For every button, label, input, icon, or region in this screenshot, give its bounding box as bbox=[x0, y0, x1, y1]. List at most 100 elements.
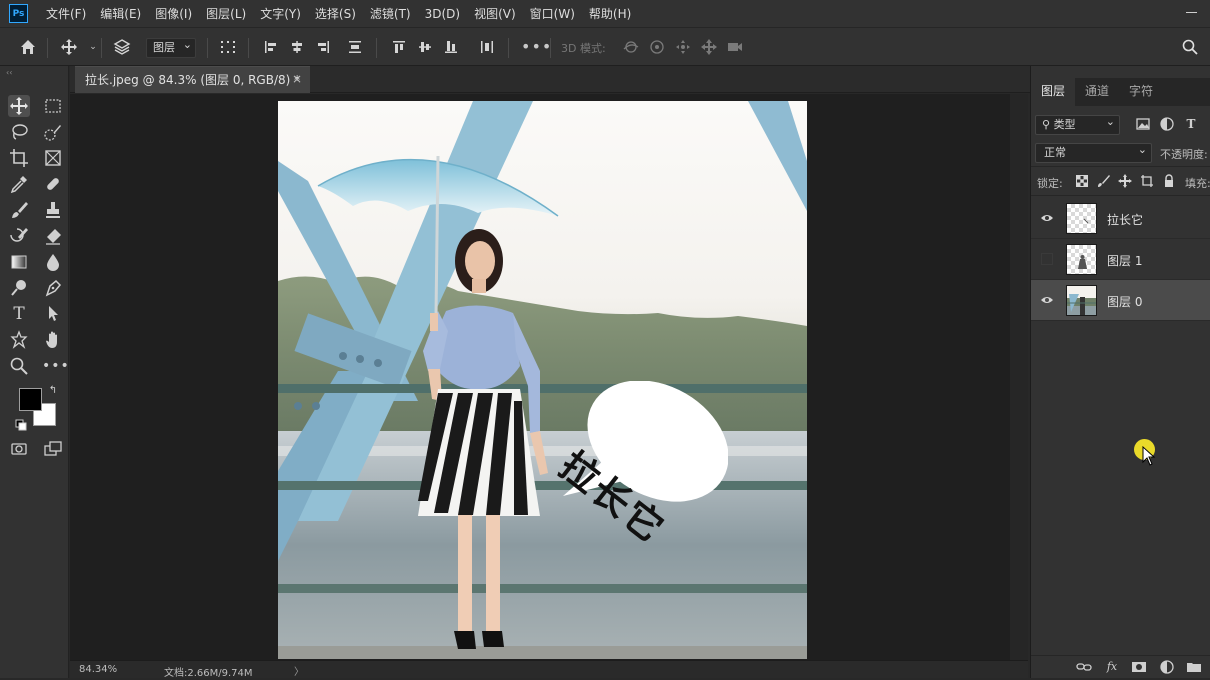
lock-artboard-icon[interactable] bbox=[1140, 174, 1154, 188]
gradient-tool-icon[interactable] bbox=[8, 251, 30, 273]
blur-tool-icon[interactable] bbox=[42, 251, 64, 273]
menu-select[interactable]: 选择(S) bbox=[315, 5, 356, 22]
crop-tool-icon[interactable] bbox=[8, 147, 30, 169]
layers-stack-icon[interactable] bbox=[113, 38, 131, 56]
3d-roll-icon[interactable] bbox=[648, 38, 666, 56]
search-icon[interactable] bbox=[1181, 38, 1199, 56]
fill-label: 填充: bbox=[1185, 177, 1210, 190]
clone-stamp-tool-icon[interactable] bbox=[42, 199, 64, 221]
foreground-color-swatch[interactable] bbox=[19, 388, 42, 411]
layer-row[interactable]: 拉长它 bbox=[1031, 198, 1210, 239]
lock-transparent-pixels-icon[interactable] bbox=[1075, 174, 1089, 188]
align-left-icon[interactable] bbox=[262, 38, 280, 56]
custom-shape-tool-icon[interactable] bbox=[8, 329, 30, 351]
quick-mask-icon[interactable] bbox=[8, 438, 30, 460]
move-tool-icon[interactable] bbox=[8, 95, 30, 117]
type-tool-icon[interactable]: T bbox=[8, 303, 30, 325]
new-group-folder-icon[interactable] bbox=[1186, 659, 1202, 675]
chevron-down-icon[interactable]: ⌄ bbox=[84, 38, 102, 56]
link-layers-icon[interactable] bbox=[1076, 659, 1092, 675]
status-menu-arrow[interactable]: 〉 bbox=[294, 663, 304, 678]
menu-file[interactable]: 文件(F) bbox=[46, 5, 86, 22]
menu-view[interactable]: 视图(V) bbox=[474, 5, 516, 22]
tab-character[interactable]: 字符 bbox=[1119, 78, 1163, 106]
menu-help[interactable]: 帮助(H) bbox=[589, 5, 631, 22]
3d-pan-icon[interactable] bbox=[674, 38, 692, 56]
lock-image-pixels-icon[interactable] bbox=[1097, 174, 1111, 188]
image-filter-icon[interactable] bbox=[1135, 116, 1151, 132]
align-bottom-icon[interactable] bbox=[442, 38, 460, 56]
3d-slide-icon[interactable] bbox=[700, 38, 718, 56]
layer-row[interactable]: 图层 0 bbox=[1031, 280, 1210, 321]
lock-all-icon[interactable] bbox=[1162, 174, 1176, 188]
lock-row: 锁定: 填充: bbox=[1031, 166, 1210, 196]
blend-mode-select[interactable]: 正常 bbox=[1035, 141, 1152, 163]
layer-name[interactable]: 图层 1 bbox=[1107, 252, 1142, 269]
brush-tool-icon[interactable] bbox=[8, 199, 30, 221]
align-top-icon[interactable] bbox=[390, 38, 408, 56]
auto-select-dropdown[interactable]: 图层 bbox=[146, 36, 196, 58]
swap-colors-icon[interactable]: ↰ bbox=[46, 384, 60, 398]
layer-name[interactable]: 图层 0 bbox=[1107, 293, 1142, 310]
menu-window[interactable]: 窗口(W) bbox=[530, 5, 575, 22]
layer-row[interactable]: 图层 1 bbox=[1031, 239, 1210, 280]
eraser-tool-icon[interactable] bbox=[42, 225, 64, 247]
align-middle-icon[interactable] bbox=[416, 38, 434, 56]
adjustment-layer-icon[interactable] bbox=[1159, 659, 1175, 675]
tab-layers[interactable]: 图层 bbox=[1031, 78, 1075, 106]
collapse-icon[interactable]: ‹‹ bbox=[6, 68, 12, 77]
path-selection-tool-icon[interactable] bbox=[42, 303, 64, 325]
default-colors-icon[interactable] bbox=[14, 416, 28, 431]
edit-toolbar-icon[interactable]: ••• bbox=[42, 355, 69, 377]
eye-icon[interactable] bbox=[1040, 211, 1054, 225]
zoom-tool-icon[interactable] bbox=[8, 355, 30, 377]
separator bbox=[508, 38, 509, 58]
screen-mode-icon[interactable] bbox=[42, 438, 64, 460]
menu-layer[interactable]: 图层(L) bbox=[206, 5, 246, 22]
hand-tool-icon[interactable] bbox=[42, 329, 64, 351]
layer-thumbnail bbox=[1066, 203, 1097, 234]
add-mask-icon[interactable] bbox=[1131, 659, 1147, 675]
transform-controls-icon[interactable] bbox=[219, 38, 237, 56]
eyedropper-tool-icon[interactable] bbox=[8, 173, 30, 195]
lasso-tool-icon[interactable] bbox=[8, 121, 30, 143]
layer-filter-select[interactable]: ⚲ 类型 bbox=[1035, 113, 1120, 135]
menu-filter[interactable]: 滤镜(T) bbox=[370, 5, 411, 22]
separator bbox=[47, 38, 48, 58]
visibility-toggle[interactable] bbox=[1041, 253, 1053, 265]
move-tool-icon[interactable] bbox=[60, 38, 78, 56]
distribute-vertical-icon[interactable] bbox=[346, 38, 364, 56]
history-brush-tool-icon[interactable] bbox=[8, 225, 30, 247]
close-tab-icon[interactable]: × bbox=[292, 66, 306, 93]
3d-orbit-icon[interactable] bbox=[622, 38, 640, 56]
3d-camera-icon[interactable] bbox=[726, 38, 744, 56]
dodge-tool-icon[interactable] bbox=[8, 277, 30, 299]
home-icon[interactable] bbox=[19, 38, 37, 56]
distribute-horizontal-icon[interactable] bbox=[478, 38, 496, 56]
vertical-scrollbar[interactable] bbox=[1010, 94, 1028, 660]
menu-3d[interactable]: 3D(D) bbox=[425, 7, 460, 21]
eye-icon[interactable] bbox=[1040, 293, 1054, 307]
document-canvas-image[interactable]: 拉长它 bbox=[278, 101, 807, 659]
layer-name[interactable]: 拉长它 bbox=[1107, 211, 1143, 228]
quick-selection-tool-icon[interactable] bbox=[42, 121, 64, 143]
frame-tool-icon[interactable] bbox=[42, 147, 64, 169]
lock-position-icon[interactable] bbox=[1118, 174, 1132, 188]
layers-panel: 图层 通道 字符 ⚲ 类型 T 正常 不透明度: 锁定: 填充: bbox=[1030, 66, 1210, 678]
minimize-button[interactable] bbox=[1186, 6, 1198, 18]
menu-image[interactable]: 图像(I) bbox=[155, 5, 192, 22]
tab-channels[interactable]: 通道 bbox=[1075, 78, 1119, 106]
more-options-icon[interactable]: ••• bbox=[521, 38, 551, 56]
adjustment-filter-icon[interactable] bbox=[1159, 116, 1175, 132]
align-right-icon[interactable] bbox=[314, 38, 332, 56]
fx-icon[interactable]: fx bbox=[1104, 659, 1120, 675]
marquee-tool-icon[interactable] bbox=[42, 95, 64, 117]
menu-edit[interactable]: 编辑(E) bbox=[100, 5, 141, 22]
document-tab[interactable]: 拉长.jpeg @ 84.3% (图层 0, RGB/8) * bbox=[75, 66, 310, 93]
zoom-level[interactable]: 84.34% bbox=[79, 664, 117, 675]
menu-type[interactable]: 文字(Y) bbox=[260, 5, 301, 22]
pen-tool-icon[interactable] bbox=[42, 277, 64, 299]
type-filter-icon[interactable]: T bbox=[1183, 116, 1199, 132]
align-center-icon[interactable] bbox=[288, 38, 306, 56]
healing-brush-tool-icon[interactable] bbox=[42, 173, 64, 195]
